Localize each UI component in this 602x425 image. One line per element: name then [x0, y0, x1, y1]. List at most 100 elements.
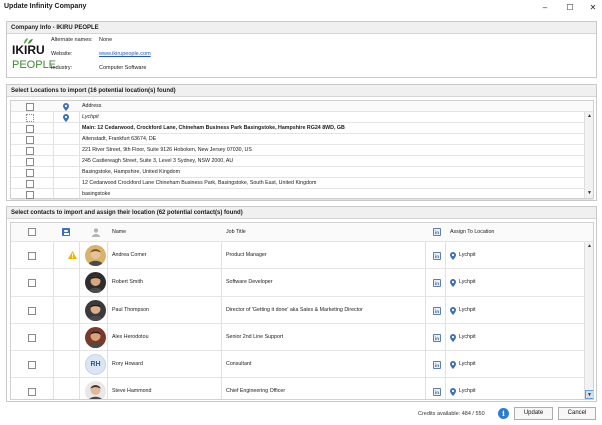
assigned-location-dropdown[interactable]: Lychpit	[459, 242, 476, 269]
locations-header-row: Address	[11, 101, 593, 112]
industry-row: Industry: Computer Software	[51, 64, 146, 73]
map-pin-icon	[63, 102, 69, 111]
credits-available: Credits available: 484 / 550	[418, 411, 485, 417]
assigned-location-dropdown[interactable]: Lychpit	[459, 269, 476, 296]
location-checkbox[interactable]	[26, 179, 34, 188]
contacts-panel: Select contacts to import and assign the…	[6, 206, 597, 402]
location-checkbox[interactable]	[26, 146, 34, 155]
locations-panel: Select Locations to import (16 potential…	[6, 84, 597, 201]
location-checkbox[interactable]	[26, 168, 34, 177]
contacts-scrollbar[interactable]: ▲ ▼	[584, 242, 593, 399]
industry-label: Industry:	[51, 65, 73, 71]
contact-name: Steve Hammond	[112, 388, 152, 395]
update-button[interactable]: Update	[514, 407, 553, 420]
name-column-header: Name	[112, 229, 127, 235]
assign-location-column-header: Assign To Location	[450, 229, 495, 235]
contact-row[interactable]: Paul Thompson Director of 'Getting it don…	[11, 297, 593, 324]
logo-word-ikiru: IKIRU	[12, 43, 45, 57]
info-icon[interactable]: i	[498, 408, 509, 419]
assigned-location-dropdown[interactable]: Lychpit	[459, 324, 476, 351]
title-bar: Update Infinity Company – ☐ ✕	[0, 0, 602, 15]
location-row[interactable]: 221 River Street, 9th Floor, Suite 9126 …	[11, 145, 593, 156]
minimize-button[interactable]: –	[534, 1, 556, 14]
linkedin-icon[interactable]: in	[433, 252, 441, 260]
linkedin-icon[interactable]: in	[433, 388, 441, 397]
map-pin-icon	[63, 113, 69, 122]
contact-checkbox[interactable]	[28, 333, 36, 342]
company-info-header: Company Info - IKIRU PEOPLE	[7, 22, 596, 34]
location-filter-row: Lychpit	[11, 112, 593, 123]
contact-checkbox[interactable]	[28, 361, 36, 370]
location-row[interactable]: Altenstadt, Frankfurt 63674, DE	[11, 134, 593, 145]
select-all-locations-checkbox[interactable]	[26, 102, 34, 111]
address-column-header: Address	[82, 103, 102, 109]
location-checkbox[interactable]	[26, 135, 34, 144]
location-filter-text[interactable]: Lychpit	[82, 112, 99, 123]
map-pin-icon	[450, 333, 456, 342]
contact-checkbox[interactable]	[28, 279, 36, 288]
scroll-down-icon[interactable]: ▼	[585, 390, 593, 399]
location-row[interactable]: Basingstoke, Hampshire, United Kingdom	[11, 167, 593, 178]
logo-word-people: PEOPLE	[12, 59, 57, 71]
avatar	[85, 272, 106, 294]
location-row[interactable]: 245 Castlereagh Street, Suite 3, Level 3…	[11, 156, 593, 167]
locations-header: Select Locations to import (16 potential…	[7, 85, 596, 97]
contact-job-title: Software Developer	[226, 279, 273, 286]
contact-row[interactable]: RH Rory Howard Consultant in Lychpit	[11, 351, 593, 379]
website-row: Website: www.ikirupeople.com	[51, 50, 151, 59]
maximize-button[interactable]: ☐	[559, 1, 581, 14]
contacts-header-row: Name Job Title in Assign To Location	[11, 223, 593, 242]
alt-names-label: Alternate names:	[51, 37, 93, 43]
job-title-column-header: Job Title	[226, 229, 246, 235]
linkedin-icon[interactable]: in	[433, 361, 441, 370]
contact-name: Paul Thompson	[112, 306, 150, 313]
cancel-button[interactable]: Cancel	[558, 407, 596, 420]
avatar	[85, 245, 106, 266]
linkedin-icon[interactable]: in	[433, 306, 441, 315]
contact-name: Rory Howard	[112, 361, 143, 368]
contact-row[interactable]: Alex Herodotou Senior 2nd Line Support in L…	[11, 324, 593, 352]
contact-row[interactable]: Robert Smith Software Developer in Lychpit	[11, 269, 593, 297]
contact-checkbox[interactable]	[28, 252, 36, 260]
location-row[interactable]: Main: 12 Cedarwood, Crockford Lane, Chin…	[11, 123, 593, 134]
map-pin-icon	[450, 361, 456, 370]
alt-names-row: Alternate names: None	[51, 36, 112, 45]
contact-name: Andrea Comer	[112, 252, 147, 258]
location-address: Main: 12 Cedarwood, Crockford Lane, Chin…	[82, 125, 345, 131]
close-button[interactable]: ✕	[582, 1, 602, 14]
contact-checkbox[interactable]	[28, 306, 36, 315]
location-address: Basingstoke, Hampshire, United Kingdom	[82, 169, 181, 175]
assigned-location-dropdown[interactable]: Lychpit	[459, 297, 476, 324]
filter-checkbox[interactable]	[26, 113, 34, 122]
locations-scrollbar[interactable]: ▲ ▼	[584, 112, 593, 198]
assigned-location-dropdown[interactable]: Lychpit	[459, 378, 476, 399]
avatar: RH	[85, 354, 106, 376]
scroll-up-icon[interactable]: ▲	[585, 112, 594, 121]
warning-icon	[68, 251, 77, 259]
company-info-panel: Company Info - IKIRU PEOPLE IKIRU PEOPLE…	[6, 21, 597, 78]
contact-job-title: Senior 2nd Line Support	[226, 333, 284, 340]
map-pin-icon	[450, 388, 456, 397]
dialog-footer: Credits available: 484 / 550 i Update Ca…	[0, 404, 602, 425]
location-row[interactable]: 12 Cedarwood Crockford Lane Chineham Bus…	[11, 178, 593, 189]
location-checkbox[interactable]	[26, 157, 34, 166]
location-row[interactable]: basingstoke	[11, 189, 593, 200]
location-address: basingstoke	[82, 191, 111, 197]
contact-checkbox[interactable]	[28, 388, 36, 397]
linkedin-icon[interactable]: in	[433, 279, 441, 288]
linkedin-icon: in	[433, 228, 441, 236]
contact-row[interactable]: Steve Hammond Chief Engineering Officer in…	[11, 378, 593, 399]
contact-job-title: Chief Engineering Officer	[226, 388, 286, 395]
contact-row[interactable]: Andrea Comer Product Manager in Lychpit	[11, 242, 593, 270]
website-link[interactable]: www.ikirupeople.com	[99, 51, 151, 57]
map-pin-icon	[450, 252, 456, 260]
scroll-down-icon[interactable]: ▼	[585, 189, 594, 198]
location-checkbox[interactable]	[26, 190, 34, 199]
linkedin-icon[interactable]: in	[433, 333, 441, 342]
assigned-location-dropdown[interactable]: Lychpit	[459, 351, 476, 378]
select-all-contacts-checkbox[interactable]	[28, 228, 36, 236]
scroll-up-icon[interactable]: ▲	[585, 242, 593, 251]
location-checkbox[interactable]	[26, 124, 34, 133]
location-address: Altenstadt, Frankfurt 63674, DE	[82, 136, 157, 142]
location-address: 221 River Street, 9th Floor, Suite 9126 …	[82, 147, 252, 153]
